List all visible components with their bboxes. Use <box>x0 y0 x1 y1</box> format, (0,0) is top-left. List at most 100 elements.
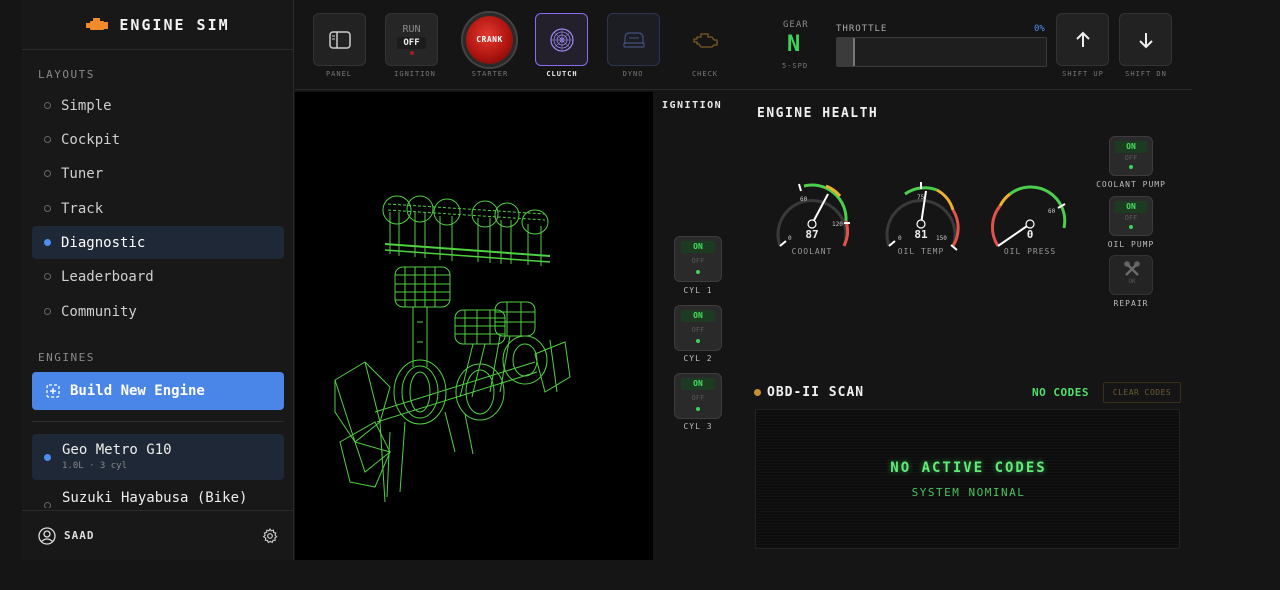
coolant-pump-toggle[interactable]: ON OFF <box>1109 136 1153 176</box>
layout-item-track[interactable]: Track <box>32 192 284 225</box>
dyno-icon <box>622 31 645 48</box>
oil-pump-toggle[interactable]: ON OFF <box>1109 196 1153 236</box>
shift-down-label: SHIFT DN <box>1125 70 1167 78</box>
coolant-label: COOLANT <box>791 247 833 256</box>
ignition-switch[interactable]: RUN OFF <box>385 13 438 66</box>
ignition-run: RUN <box>402 24 421 35</box>
oil-temp-gauge: 0 75 150 81 OIL TEMP <box>875 176 967 261</box>
check-label: CHECK <box>691 70 719 78</box>
gear-label: GEAR <box>783 20 809 30</box>
layout-label: Simple <box>61 97 112 114</box>
toggle-on: ON <box>681 241 715 253</box>
layout-label: Tuner <box>61 165 104 182</box>
engine-3d-viewport[interactable] <box>295 92 653 560</box>
repair-ok: OK <box>1128 278 1136 285</box>
engines-heading: ENGINES <box>38 351 95 364</box>
layout-item-simple[interactable]: Simple <box>32 89 284 122</box>
cyl1-label: CYL 1 <box>683 286 713 295</box>
user-name: SAAD <box>64 529 95 542</box>
panel-button[interactable] <box>313 13 366 66</box>
build-new-engine-button[interactable]: Build New Engine <box>32 372 284 410</box>
radio-dot <box>44 102 51 109</box>
engine-health-title: ENGINE HEALTH <box>757 106 879 121</box>
layout-label: Diagnostic <box>61 234 146 251</box>
cyl1-toggle[interactable]: ON OFF <box>674 236 722 282</box>
oil-press-label: OIL PRESS <box>1003 247 1057 256</box>
user-icon[interactable] <box>38 526 56 545</box>
layout-item-tuner[interactable]: Tuner <box>32 157 284 190</box>
layout-label: Leaderboard <box>61 268 154 285</box>
radio-dot <box>44 170 51 177</box>
layout-item-cockpit[interactable]: Cockpit <box>32 123 284 156</box>
layout-label: Community <box>61 303 137 320</box>
divider <box>32 421 284 422</box>
shift-down-button[interactable] <box>1119 13 1172 66</box>
shift-up-button[interactable] <box>1056 13 1109 66</box>
toggle-on: ON <box>681 378 715 390</box>
toggle-on: ON <box>681 310 715 322</box>
engine-name: Suzuki Hayabusa (Bike) <box>62 490 248 506</box>
obd-title: OBD-II SCAN <box>767 385 865 400</box>
repair-label: REPAIR <box>1113 299 1149 308</box>
cyl3-toggle[interactable]: ON OFF <box>674 373 722 419</box>
radio-dot <box>44 454 51 461</box>
arrow-up-icon <box>1075 31 1090 47</box>
engine-icon <box>86 17 109 30</box>
toggle-on: ON <box>1115 141 1147 153</box>
coolant-gauge: 0 60 120 87 COOLANT <box>766 176 858 261</box>
oil-pressure-gauge: 60 0 OIL PRESS <box>984 176 1076 261</box>
dyno-label: DYNO <box>622 70 644 78</box>
toggle-led <box>696 339 700 343</box>
engine-name: Geo Metro G10 <box>62 442 172 458</box>
layout-label: Track <box>61 200 104 217</box>
dyno-button[interactable] <box>607 13 660 66</box>
panel-label: PANEL <box>325 70 353 78</box>
toggle-off: OFF <box>691 326 705 334</box>
obd-status-dot <box>754 389 761 396</box>
toggle-off: OFF <box>691 394 705 402</box>
top-toolbar: PANEL RUN OFF IGNITION CRANK STARTER CLU… <box>295 0 1192 90</box>
sidebar-footer: SAAD <box>22 510 294 560</box>
engine-item-geo-metro[interactable]: Geo Metro G10 1.0L · 3 cyl <box>32 434 284 480</box>
gear-icon[interactable] <box>262 527 278 544</box>
throttle-percent: 0% <box>1034 24 1045 34</box>
coolant-value: 87 <box>805 228 819 241</box>
obd-sub-message: SYSTEM NOMINAL <box>911 486 1026 499</box>
clutch-label: CLUTCH <box>546 70 578 78</box>
engine-item-hayabusa[interactable]: Suzuki Hayabusa (Bike) <box>32 482 284 508</box>
layouts-heading: LAYOUTS <box>38 68 95 81</box>
panel-icon <box>328 30 351 49</box>
wrench-icon <box>1124 261 1140 276</box>
layout-item-community[interactable]: Community <box>32 295 284 328</box>
cyl2-toggle[interactable]: ON OFF <box>674 305 722 351</box>
radio-dot <box>44 502 51 508</box>
obd-main-message: NO ACTIVE CODES <box>890 460 1047 476</box>
crank-button[interactable]: CRANK <box>463 12 516 67</box>
obd-screen: NO ACTIVE CODES SYSTEM NOMINAL <box>755 409 1180 549</box>
coolant-max: 120 <box>832 221 843 228</box>
oil-pump-label: OIL PUMP <box>1107 240 1155 249</box>
ignition-led <box>409 51 414 55</box>
build-icon <box>46 384 60 398</box>
layout-item-diagnostic[interactable]: Diagnostic <box>32 226 284 259</box>
repair-button[interactable]: OK <box>1109 255 1153 295</box>
clear-codes-button[interactable]: CLEAR CODES <box>1103 382 1181 403</box>
radio-dot <box>44 308 51 315</box>
cyl2-label: CYL 2 <box>683 354 713 363</box>
throttle-slider[interactable] <box>836 37 1047 67</box>
clutch-button[interactable] <box>535 13 588 66</box>
radio-dot <box>44 205 51 212</box>
oil-temp-value: 81 <box>914 228 928 241</box>
toggle-led <box>1129 225 1133 229</box>
ignition-off: OFF <box>397 37 426 49</box>
throttle-fill <box>837 38 855 66</box>
gear-indicator: N <box>787 32 801 57</box>
layout-item-leaderboard[interactable]: Leaderboard <box>32 260 284 293</box>
oil-press-value: 0 <box>1026 228 1034 241</box>
radio-dot <box>44 136 51 143</box>
crank-text: CRANK <box>476 35 503 44</box>
toggle-off: OFF <box>1124 154 1138 162</box>
check-engine-icon <box>692 32 718 48</box>
obd-status: NO CODES <box>1032 386 1089 399</box>
coolant-mid: 60 <box>800 196 808 203</box>
